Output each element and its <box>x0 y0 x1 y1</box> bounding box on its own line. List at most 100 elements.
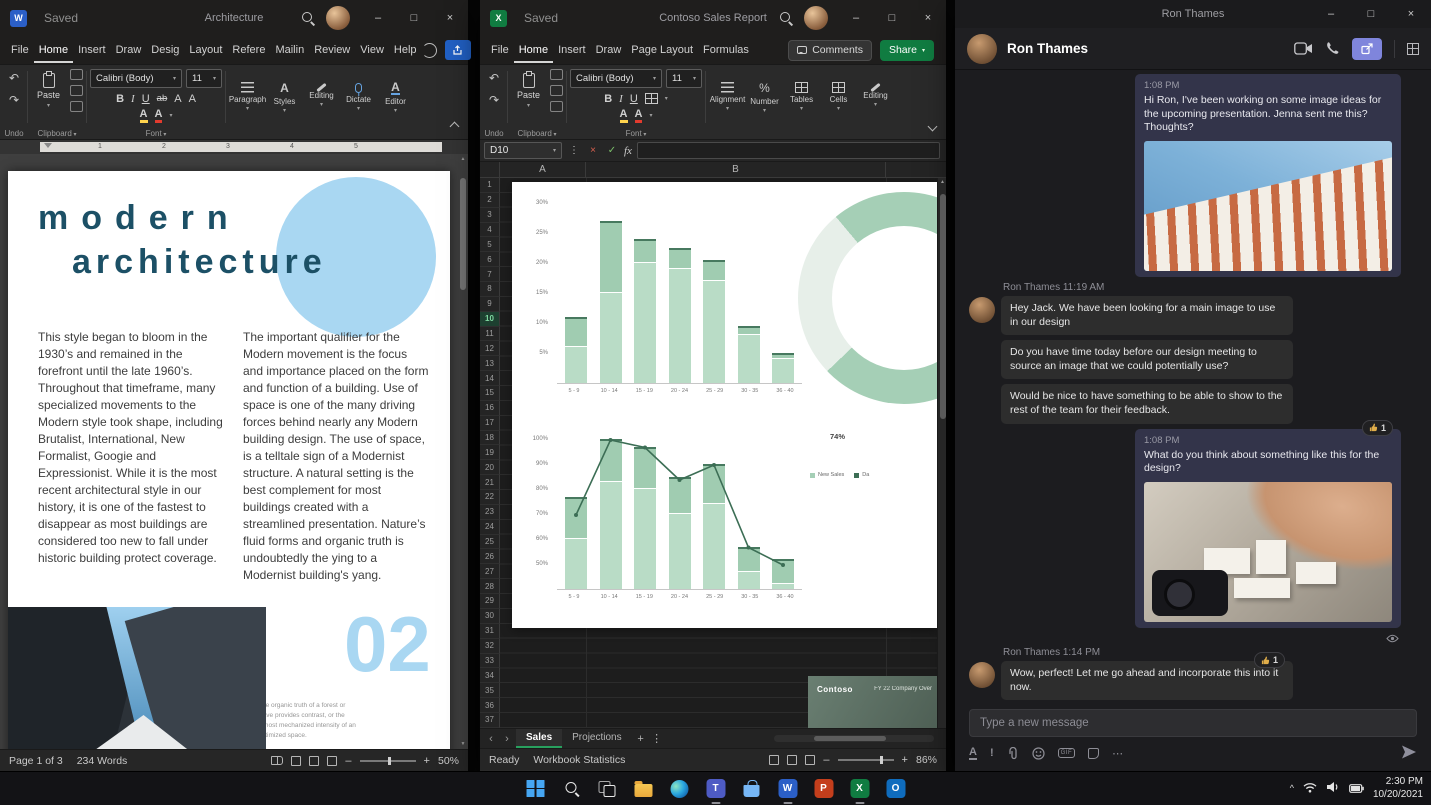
row-header-24[interactable]: 24 <box>480 519 500 535</box>
format-painter-icon[interactable] <box>70 101 84 112</box>
menu-file[interactable]: File <box>6 37 34 63</box>
ribbon-editing-button[interactable]: Editing ▾ <box>303 69 340 125</box>
focus-mode-icon[interactable] <box>271 756 284 765</box>
row-header-13[interactable]: 13 <box>480 356 500 372</box>
teams-titlebar[interactable]: Ron Thames – □ × <box>955 0 1431 28</box>
row-header-25[interactable]: 25 <box>480 534 500 550</box>
menu-draw[interactable]: Draw <box>591 37 627 63</box>
row-header-29[interactable]: 29 <box>480 594 500 609</box>
zoom-level[interactable]: 50% <box>438 755 459 767</box>
taskbar-file-explorer[interactable] <box>630 775 657 802</box>
minimize-button[interactable]: – <box>360 0 396 36</box>
menu-formulas[interactable]: Formulas <box>698 37 754 63</box>
user-avatar[interactable] <box>326 6 350 30</box>
ribbon-collapse-icon[interactable] <box>449 121 460 132</box>
send-button[interactable] <box>1401 744 1417 763</box>
row-header-7[interactable]: 7 <box>480 267 500 283</box>
row-header-31[interactable]: 31 <box>480 623 500 639</box>
row-header-10[interactable]: 10 <box>480 311 500 327</box>
row-header-28[interactable]: 28 <box>480 579 500 595</box>
scrollbar-thumb[interactable] <box>460 178 466 290</box>
strikethrough-button[interactable]: ab <box>157 93 168 104</box>
volume-icon[interactable] <box>1326 780 1340 798</box>
cut-icon[interactable] <box>550 69 564 80</box>
horizontal-scrollbar[interactable] <box>774 735 934 742</box>
taskbar-excel[interactable]: X <box>846 775 873 804</box>
taskbar-task-view[interactable] <box>594 775 621 802</box>
row-header-17[interactable]: 17 <box>480 415 500 431</box>
menu-page-layout[interactable]: Page Layout <box>626 37 698 63</box>
copy-icon[interactable] <box>70 85 84 96</box>
zoom-in-button[interactable]: + <box>902 754 908 766</box>
row-header-22[interactable]: 22 <box>480 490 500 505</box>
row-header-3[interactable]: 3 <box>480 207 500 223</box>
menu-review[interactable]: Review <box>309 37 355 63</box>
contact-avatar[interactable] <box>967 33 997 64</box>
row-header-26[interactable]: 26 <box>480 549 500 565</box>
word-count[interactable]: 234 Words <box>77 755 128 767</box>
enter-icon[interactable]: ✓ <box>605 145 619 156</box>
taskbar-powerpoint[interactable]: P <box>810 775 837 802</box>
sheet-tab-projections[interactable]: Projections <box>562 729 631 748</box>
format-painter-icon[interactable] <box>550 101 564 112</box>
row-header-18[interactable]: 18 <box>480 430 500 446</box>
minimize-button[interactable]: – <box>1311 0 1351 28</box>
close-button[interactable]: × <box>1391 0 1431 28</box>
row-header-30[interactable]: 30 <box>480 608 500 624</box>
ruler[interactable]: 1 2 3 4 5 <box>0 140 468 154</box>
web-layout-icon[interactable] <box>327 755 338 766</box>
cut-icon[interactable] <box>70 69 84 80</box>
ribbon-cells-button[interactable]: Cells ▾ <box>820 69 857 125</box>
ribbon-editing-button[interactable]: Editing ▾ <box>857 69 894 125</box>
more-options-icon[interactable]: ⋯ <box>1112 747 1123 760</box>
ribbon-collapse-icon[interactable] <box>927 121 938 132</box>
sticker-icon[interactable] <box>1088 747 1100 759</box>
ribbon-alignment-button[interactable]: Alignment ▾ <box>709 69 746 125</box>
reaction-badge[interactable]: 1 <box>1253 652 1285 669</box>
menu-insert[interactable]: Insert <box>73 37 111 63</box>
wifi-icon[interactable] <box>1303 780 1317 798</box>
fill-color-button[interactable]: A <box>619 108 628 124</box>
ribbon-styles-button[interactable]: Styles▾ <box>266 69 303 125</box>
attach-icon[interactable] <box>1007 746 1019 760</box>
priority-icon[interactable]: ! <box>990 747 994 759</box>
font-color-button[interactable]: A <box>154 108 163 124</box>
menu-help[interactable]: Help <box>389 37 422 63</box>
subscript-button[interactable]: A <box>174 93 181 105</box>
underline-button[interactable]: U <box>142 93 150 105</box>
font-color-button[interactable]: A <box>634 108 643 124</box>
taskbar-edge[interactable] <box>666 775 693 802</box>
superscript-button[interactable]: A <box>189 93 196 105</box>
scroll-up-icon[interactable]: ▲ <box>459 156 467 162</box>
chat-bubble[interactable]: 1 1:08 PM What do you think about somethin… <box>1135 419 1401 629</box>
page-indicator[interactable]: Page 1 of 3 <box>9 755 63 767</box>
font-name-select[interactable]: Calibri (Body) ▾ <box>90 69 183 88</box>
chat-message-list[interactable]: 1:08 PM Hi Ron, I've been working on some… <box>955 70 1431 705</box>
taskbar-word[interactable]: W <box>774 775 801 804</box>
share-button[interactable]: Share ▾ <box>879 39 934 61</box>
cancel-icon[interactable]: × <box>586 145 600 156</box>
zoom-slider[interactable] <box>359 756 416 765</box>
menu-file[interactable]: File <box>486 37 514 63</box>
zoom-out-button[interactable]: – <box>823 754 829 766</box>
row-header-4[interactable]: 4 <box>480 222 500 238</box>
projection-card[interactable]: Contoso FY 22 Company Over Contoso Sales… <box>808 676 937 728</box>
font-name-select[interactable]: Calibri (Body) ▾ <box>570 69 663 88</box>
row-header-19[interactable]: 19 <box>480 445 500 461</box>
ribbon-number-button[interactable]: Number▾ <box>746 69 783 125</box>
zoom-slider[interactable] <box>837 755 894 764</box>
row-header-33[interactable]: 33 <box>480 653 500 669</box>
print-layout-icon[interactable] <box>309 755 320 766</box>
borders-icon[interactable] <box>644 93 658 104</box>
row-header-15[interactable]: 15 <box>480 386 500 401</box>
layout-grid-icon[interactable] <box>1407 42 1419 55</box>
search-icon[interactable] <box>300 10 316 26</box>
indent-marker[interactable] <box>44 143 52 148</box>
excel-titlebar[interactable]: X Contoso Sales Report Saved – □ × <box>480 0 946 36</box>
sales-chart-object[interactable]: 30% 25% 20% 15% 10% 5% 5 - 9 10 - 14 15 - 19 20 … <box>512 182 937 628</box>
zoom-level[interactable]: 86% <box>916 754 937 766</box>
zoom-in-button[interactable]: + <box>424 755 430 767</box>
close-button[interactable]: × <box>910 0 946 36</box>
menu-layout[interactable]: Layout <box>184 37 227 63</box>
read-mode-icon[interactable] <box>291 755 302 766</box>
